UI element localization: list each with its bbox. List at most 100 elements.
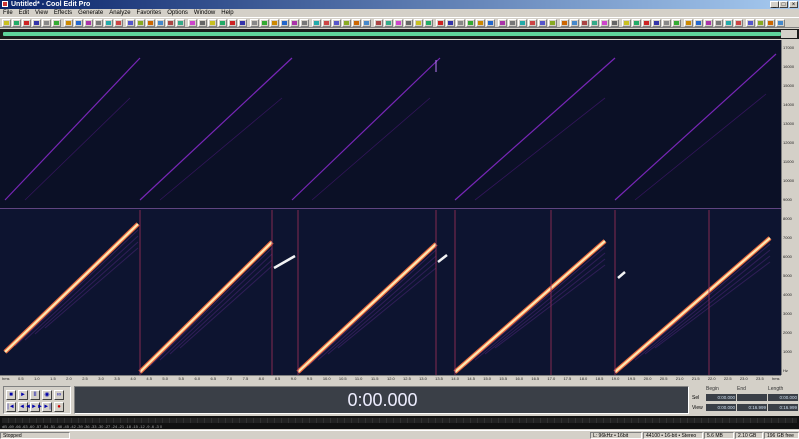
frequency-ruler[interactable]: 17000 16000 15000 14000 13000 12000 11000 10000… xyxy=(781,40,799,375)
toolbar-button[interactable] xyxy=(362,19,371,27)
rewind-button[interactable]: ◄◄ xyxy=(18,402,31,412)
loop-button[interactable]: ∞ xyxy=(54,390,64,400)
toolbar-button[interactable] xyxy=(476,19,485,27)
toolbar-button[interactable] xyxy=(312,19,321,27)
toolbar-button[interactable] xyxy=(766,19,775,27)
toolbar-button[interactable] xyxy=(74,19,83,27)
toolbar-button[interactable] xyxy=(610,19,619,27)
toolbar-button[interactable] xyxy=(104,19,113,27)
toolbar-button[interactable] xyxy=(436,19,445,27)
toolbar-button[interactable] xyxy=(166,19,175,27)
toolbar-button[interactable] xyxy=(136,19,145,27)
fast-forward-button[interactable]: ►► xyxy=(30,402,43,412)
toolbar-button[interactable] xyxy=(394,19,403,27)
toolbar-button[interactable] xyxy=(528,19,537,27)
overview-range-bar[interactable] xyxy=(3,32,781,36)
play-button[interactable]: ► xyxy=(18,390,28,400)
toolbar-button[interactable] xyxy=(188,19,197,27)
selection-time-field[interactable]: 0:16.999 xyxy=(768,404,798,411)
toolbar-button[interactable] xyxy=(22,19,31,27)
toolbar-button[interactable] xyxy=(590,19,599,27)
toolbar-button[interactable] xyxy=(322,19,331,27)
toolbar-button[interactable] xyxy=(156,19,165,27)
toolbar-button[interactable] xyxy=(352,19,361,27)
toolbar-button[interactable] xyxy=(176,19,185,27)
toolbar-button[interactable] xyxy=(280,19,289,27)
toolbar-button[interactable] xyxy=(238,19,247,27)
record-button[interactable]: ● xyxy=(54,402,64,412)
toolbar-button[interactable] xyxy=(250,19,259,27)
toolbar-button[interactable] xyxy=(756,19,765,27)
stop-button[interactable]: ■ xyxy=(6,390,16,400)
toolbar-button[interactable] xyxy=(508,19,517,27)
toolbar-button[interactable] xyxy=(746,19,755,27)
close-button[interactable]: × xyxy=(789,1,798,8)
toolbar-button[interactable] xyxy=(414,19,423,27)
toolbar-button[interactable] xyxy=(270,19,279,27)
toolbar-button[interactable] xyxy=(776,19,785,27)
selection-time-field[interactable] xyxy=(737,394,767,401)
spectral-view[interactable] xyxy=(0,40,781,375)
toolbar-button[interactable] xyxy=(724,19,733,27)
toolbar-button[interactable] xyxy=(218,19,227,27)
toolbar-button[interactable] xyxy=(384,19,393,27)
toolbar-button[interactable] xyxy=(114,19,123,27)
toolbar-button[interactable] xyxy=(94,19,103,27)
menu-generate[interactable]: Generate xyxy=(75,9,106,17)
toolbar-button[interactable] xyxy=(64,19,73,27)
menu-help[interactable]: Help xyxy=(218,9,236,17)
toolbar-button[interactable] xyxy=(662,19,671,27)
toolbar-button[interactable] xyxy=(404,19,413,27)
time-ruler[interactable]: hms 0.5 1.0 1.5 2.0 2.5 3.0 3.5 4.0 4.5 5.0 5.5 6.0 6… xyxy=(0,375,781,382)
toolbar-button[interactable] xyxy=(300,19,309,27)
toolbar-button[interactable] xyxy=(198,19,207,27)
toolbar-button[interactable] xyxy=(734,19,743,27)
selection-time-field[interactable]: 0:16.999 xyxy=(737,404,767,411)
app-icon[interactable] xyxy=(2,1,8,7)
toolbar-button[interactable] xyxy=(42,19,51,27)
toolbar-button[interactable] xyxy=(126,19,135,27)
toolbar-button[interactable] xyxy=(84,19,93,27)
go-to-start-button[interactable]: |◄ xyxy=(6,402,16,412)
toolbar-button[interactable] xyxy=(146,19,155,27)
minimize-button[interactable]: _ xyxy=(770,1,779,8)
menu-edit[interactable]: Edit xyxy=(16,9,32,17)
toolbar-button[interactable] xyxy=(672,19,681,27)
toolbar-button[interactable] xyxy=(714,19,723,27)
toolbar-button[interactable] xyxy=(652,19,661,27)
play-from-cursor-button[interactable]: ◉ xyxy=(42,390,52,400)
toolbar-button[interactable] xyxy=(518,19,527,27)
toolbar-button[interactable] xyxy=(622,19,631,27)
menu-analyze[interactable]: Analyze xyxy=(106,9,133,17)
toolbar-button[interactable] xyxy=(466,19,475,27)
waveform-overview[interactable] xyxy=(0,29,799,39)
toolbar-button[interactable] xyxy=(548,19,557,27)
menu-effects[interactable]: Effects xyxy=(51,9,75,17)
menu-view[interactable]: View xyxy=(32,9,51,17)
toolbar-button[interactable] xyxy=(290,19,299,27)
selection-time-field[interactable]: 0:00.000 xyxy=(706,394,736,401)
maximize-button[interactable]: □ xyxy=(779,1,788,8)
toolbar-button[interactable] xyxy=(228,19,237,27)
toolbar-button[interactable] xyxy=(332,19,341,27)
toolbar-button[interactable] xyxy=(600,19,609,27)
toolbar-button[interactable] xyxy=(424,19,433,27)
selection-time-field[interactable]: 0:00.000 xyxy=(768,394,798,401)
selection-time-field[interactable]: 0:00.000 xyxy=(706,404,736,411)
toolbar-button[interactable] xyxy=(2,19,11,27)
toolbar-button[interactable] xyxy=(538,19,547,27)
toolbar-button[interactable] xyxy=(498,19,507,27)
menu-options[interactable]: Options xyxy=(164,9,191,17)
toolbar-button[interactable] xyxy=(342,19,351,27)
pause-button[interactable]: II xyxy=(30,390,40,400)
toolbar-button[interactable] xyxy=(570,19,579,27)
toolbar-button[interactable] xyxy=(52,19,61,27)
toolbar-button[interactable] xyxy=(684,19,693,27)
toolbar-button[interactable] xyxy=(12,19,21,27)
toolbar-button[interactable] xyxy=(456,19,465,27)
overview-zoom-corner[interactable] xyxy=(781,30,797,38)
toolbar-button[interactable] xyxy=(642,19,651,27)
menu-favorites[interactable]: Favorites xyxy=(134,9,165,17)
toolbar-button[interactable] xyxy=(486,19,495,27)
toolbar-button[interactable] xyxy=(208,19,217,27)
